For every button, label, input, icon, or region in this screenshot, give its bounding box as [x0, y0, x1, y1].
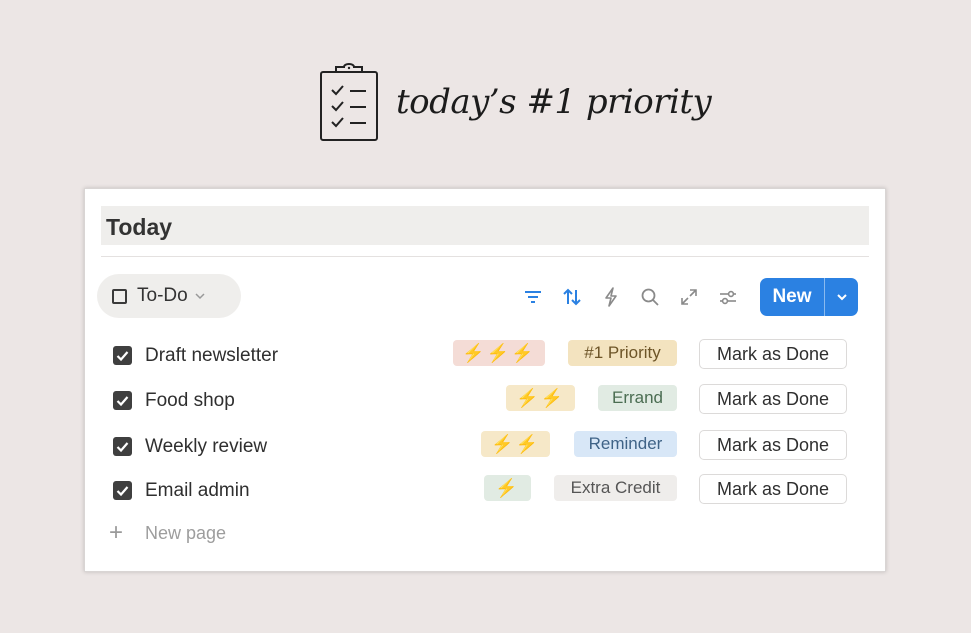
mark-as-done-button[interactable]: Mark as Done [699, 339, 847, 369]
tag-reminder: Reminder [574, 431, 677, 457]
lightning-rating: ⚡⚡ [506, 385, 575, 411]
mark-as-done-button[interactable]: Mark as Done [699, 384, 847, 414]
task-name[interactable]: Food shop [145, 390, 235, 412]
card-title-bar[interactable]: Today [101, 206, 869, 245]
search-icon[interactable] [639, 286, 661, 308]
plus-icon: + [109, 519, 124, 546]
new-page-label: New page [145, 522, 227, 543]
new-button[interactable]: New [760, 278, 858, 316]
new-page-row[interactable]: + New page [109, 521, 226, 545]
automation-lightning-icon[interactable] [600, 286, 622, 308]
page-title: today’s #1 priority [396, 82, 712, 122]
checkmark-icon [116, 442, 129, 453]
table-row[interactable]: Email admin ⚡ Extra Credit Mark as Done [85, 469, 885, 513]
checked-checkbox[interactable] [113, 346, 132, 365]
sort-icon[interactable] [561, 286, 583, 308]
todo-database-card: Today To-Do New Draft newsletter ⚡⚡⚡ #1 … [84, 188, 886, 572]
clipboard-checklist-icon [320, 63, 378, 141]
table-row[interactable]: Weekly review ⚡⚡ Reminder Mark as Done [85, 425, 885, 469]
chevron-down-icon [836, 294, 847, 301]
checkmark-icon [116, 351, 129, 362]
checked-checkbox[interactable] [113, 481, 132, 500]
mark-as-done-button[interactable]: Mark as Done [699, 474, 847, 504]
checkmark-icon [116, 396, 129, 407]
task-name[interactable]: Email admin [145, 480, 250, 502]
toolbar [522, 286, 756, 308]
table-row[interactable]: Food shop ⚡⚡ Errand Mark as Done [85, 379, 885, 423]
task-name[interactable]: Weekly review [145, 436, 267, 458]
card-title: Today [106, 214, 173, 240]
lightning-rating: ⚡⚡ [481, 431, 550, 457]
checkmark-icon [116, 486, 129, 497]
checked-checkbox[interactable] [113, 391, 132, 410]
tag-errand: Errand [598, 385, 677, 411]
divider [101, 256, 869, 257]
new-dropdown-button[interactable] [825, 290, 858, 304]
mark-as-done-button[interactable]: Mark as Done [699, 430, 847, 460]
tag-priority: #1 Priority [568, 340, 677, 366]
page-header: today’s #1 priority [318, 62, 712, 144]
filter-icon[interactable] [522, 286, 544, 308]
settings-sliders-icon[interactable] [717, 286, 739, 308]
task-name[interactable]: Draft newsletter [145, 345, 278, 367]
lightning-rating: ⚡ [484, 475, 531, 501]
table-row[interactable]: Draft newsletter ⚡⚡⚡ #1 Priority Mark as… [85, 334, 885, 378]
new-button-label: New [772, 286, 812, 307]
chevron-down-icon [195, 293, 205, 300]
tag-extra-credit: Extra Credit [554, 475, 677, 501]
checked-checkbox[interactable] [113, 437, 132, 456]
checkbox-outline-icon [112, 288, 127, 304]
view-label: To-Do [137, 285, 188, 306]
expand-icon[interactable] [678, 286, 700, 308]
lightning-rating: ⚡⚡⚡ [453, 340, 545, 366]
view-selector-tab[interactable]: To-Do [97, 274, 241, 318]
